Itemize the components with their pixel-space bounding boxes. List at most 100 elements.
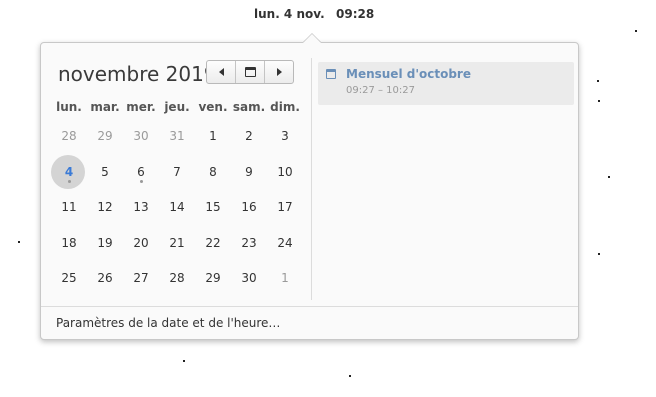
day-number: 29 <box>205 271 221 285</box>
chevron-left-icon <box>218 68 224 76</box>
day-number: 24 <box>277 235 293 250</box>
calendar-day[interactable]: 3 <box>267 119 303 153</box>
day-number: 9 <box>245 164 253 179</box>
calendar-icon <box>326 69 336 79</box>
calendar-day[interactable]: 1 <box>267 261 303 295</box>
panel-date[interactable]: lun. 4 nov. <box>254 7 325 21</box>
weekday-label: ven. <box>198 100 228 114</box>
day-number: 6 <box>137 164 145 179</box>
background-speck <box>349 375 351 377</box>
panel-time[interactable]: 09:28 <box>336 7 374 21</box>
background-speck <box>18 241 20 243</box>
calendar-day[interactable]: 29 <box>195 261 231 295</box>
calendar-day[interactable]: 28 <box>159 261 195 295</box>
month-title: novembre 2019 <box>58 62 217 86</box>
calendar-day[interactable]: 28 <box>51 119 87 153</box>
day-number: 11 <box>61 200 77 214</box>
day-number: 31 <box>169 129 185 143</box>
next-month-button[interactable] <box>264 61 293 83</box>
calendar-day[interactable]: 16 <box>231 190 267 224</box>
event-item[interactable]: Mensuel d'octobre 09:27 – 10:27 <box>318 62 574 105</box>
today-button[interactable] <box>235 61 264 83</box>
calendar-day[interactable]: 6 <box>123 155 159 189</box>
chevron-right-icon <box>276 68 282 76</box>
day-number: 1 <box>281 271 289 285</box>
day-number: 15 <box>205 200 221 214</box>
calendar-day[interactable]: 26 <box>87 261 123 295</box>
weekday-label: lun. <box>56 100 82 114</box>
background-speck <box>608 176 610 178</box>
day-number: 7 <box>173 164 181 179</box>
calendar-day[interactable]: 17 <box>267 190 303 224</box>
background-speck <box>598 100 600 102</box>
calendar-day[interactable]: 25 <box>51 261 87 295</box>
calendar-day[interactable]: 13 <box>123 190 159 224</box>
calendar-icon <box>244 67 256 77</box>
calendar-day[interactable]: 11 <box>51 190 87 224</box>
day-number: 1 <box>209 129 217 143</box>
calendar-day[interactable]: 9 <box>231 155 267 189</box>
calendar-day[interactable]: 18 <box>51 226 87 260</box>
calendar-day[interactable]: 20 <box>123 226 159 260</box>
day-number: 10 <box>277 164 293 179</box>
calendar-day[interactable]: 12 <box>87 190 123 224</box>
weekday-header: lun. mar. mer. jeu. ven. sam. dim. <box>51 100 315 116</box>
calendar-grid: 28 29 30 31 1 2 3 4 5 6 7 8 9 10 11 12 13 14 15 16 17 18 19 20 2… <box>51 119 315 299</box>
weekday-label: mar. <box>90 100 120 114</box>
background-speck <box>635 30 637 32</box>
calendar-day[interactable]: 10 <box>267 155 303 189</box>
weekday-label: mer. <box>126 100 156 114</box>
calendar-day[interactable]: 24 <box>267 226 303 260</box>
event-dot <box>140 179 143 183</box>
day-number: 23 <box>241 235 257 250</box>
date-time-settings-button[interactable]: Paramètres de la date et de l'heure… <box>56 316 280 330</box>
calendar-day[interactable]: 31 <box>159 119 195 153</box>
calendar-day[interactable]: 14 <box>159 190 195 224</box>
day-number: 3 <box>281 129 289 143</box>
day-number: 20 <box>133 235 149 250</box>
day-number: 30 <box>241 271 257 285</box>
calendar-day[interactable]: 30 <box>231 261 267 295</box>
calendar-day[interactable]: 7 <box>159 155 195 189</box>
calendar-day[interactable]: 8 <box>195 155 231 189</box>
calendar-day[interactable]: 5 <box>87 155 123 189</box>
day-number: 30 <box>133 129 149 143</box>
day-number: 28 <box>61 129 77 143</box>
weekday-label: dim. <box>270 100 300 114</box>
calendar-day[interactable]: 22 <box>195 226 231 260</box>
calendar-day[interactable]: 15 <box>195 190 231 224</box>
vertical-divider <box>311 58 312 300</box>
previous-month-button[interactable] <box>207 61 235 83</box>
weekday-label: jeu. <box>164 100 190 114</box>
day-number: 25 <box>61 271 77 285</box>
day-number: 18 <box>61 235 77 250</box>
calendar-day-today[interactable]: 4 <box>51 154 87 189</box>
horizontal-divider <box>41 306 578 307</box>
calendar-day[interactable]: 2 <box>231 119 267 153</box>
day-number: 26 <box>97 271 113 285</box>
day-number: 2 <box>245 129 253 143</box>
day-number: 17 <box>277 200 293 214</box>
background-speck <box>597 80 599 82</box>
calendar-day[interactable]: 30 <box>123 119 159 153</box>
calendar-day[interactable]: 19 <box>87 226 123 260</box>
day-number: 27 <box>133 271 149 285</box>
calendar-day[interactable]: 23 <box>231 226 267 260</box>
calendar-day[interactable]: 27 <box>123 261 159 295</box>
popover-arrow-inner <box>303 34 321 43</box>
background-speck <box>598 253 600 255</box>
calendar-day[interactable]: 1 <box>195 119 231 153</box>
day-number: 19 <box>97 235 113 250</box>
day-number: 8 <box>209 164 217 179</box>
weekday-label: sam. <box>232 100 266 114</box>
calendar-day[interactable]: 29 <box>87 119 123 153</box>
day-number: 28 <box>169 271 185 285</box>
event-time: 09:27 – 10:27 <box>346 85 415 96</box>
day-number: 29 <box>97 129 113 143</box>
day-number: 22 <box>205 235 221 250</box>
day-number: 14 <box>169 200 185 214</box>
calendar-day[interactable]: 21 <box>159 226 195 260</box>
day-number: 16 <box>241 200 257 214</box>
calendar-nav <box>206 60 294 84</box>
top-panel: lun. 4 nov. 09:28 <box>0 0 656 30</box>
